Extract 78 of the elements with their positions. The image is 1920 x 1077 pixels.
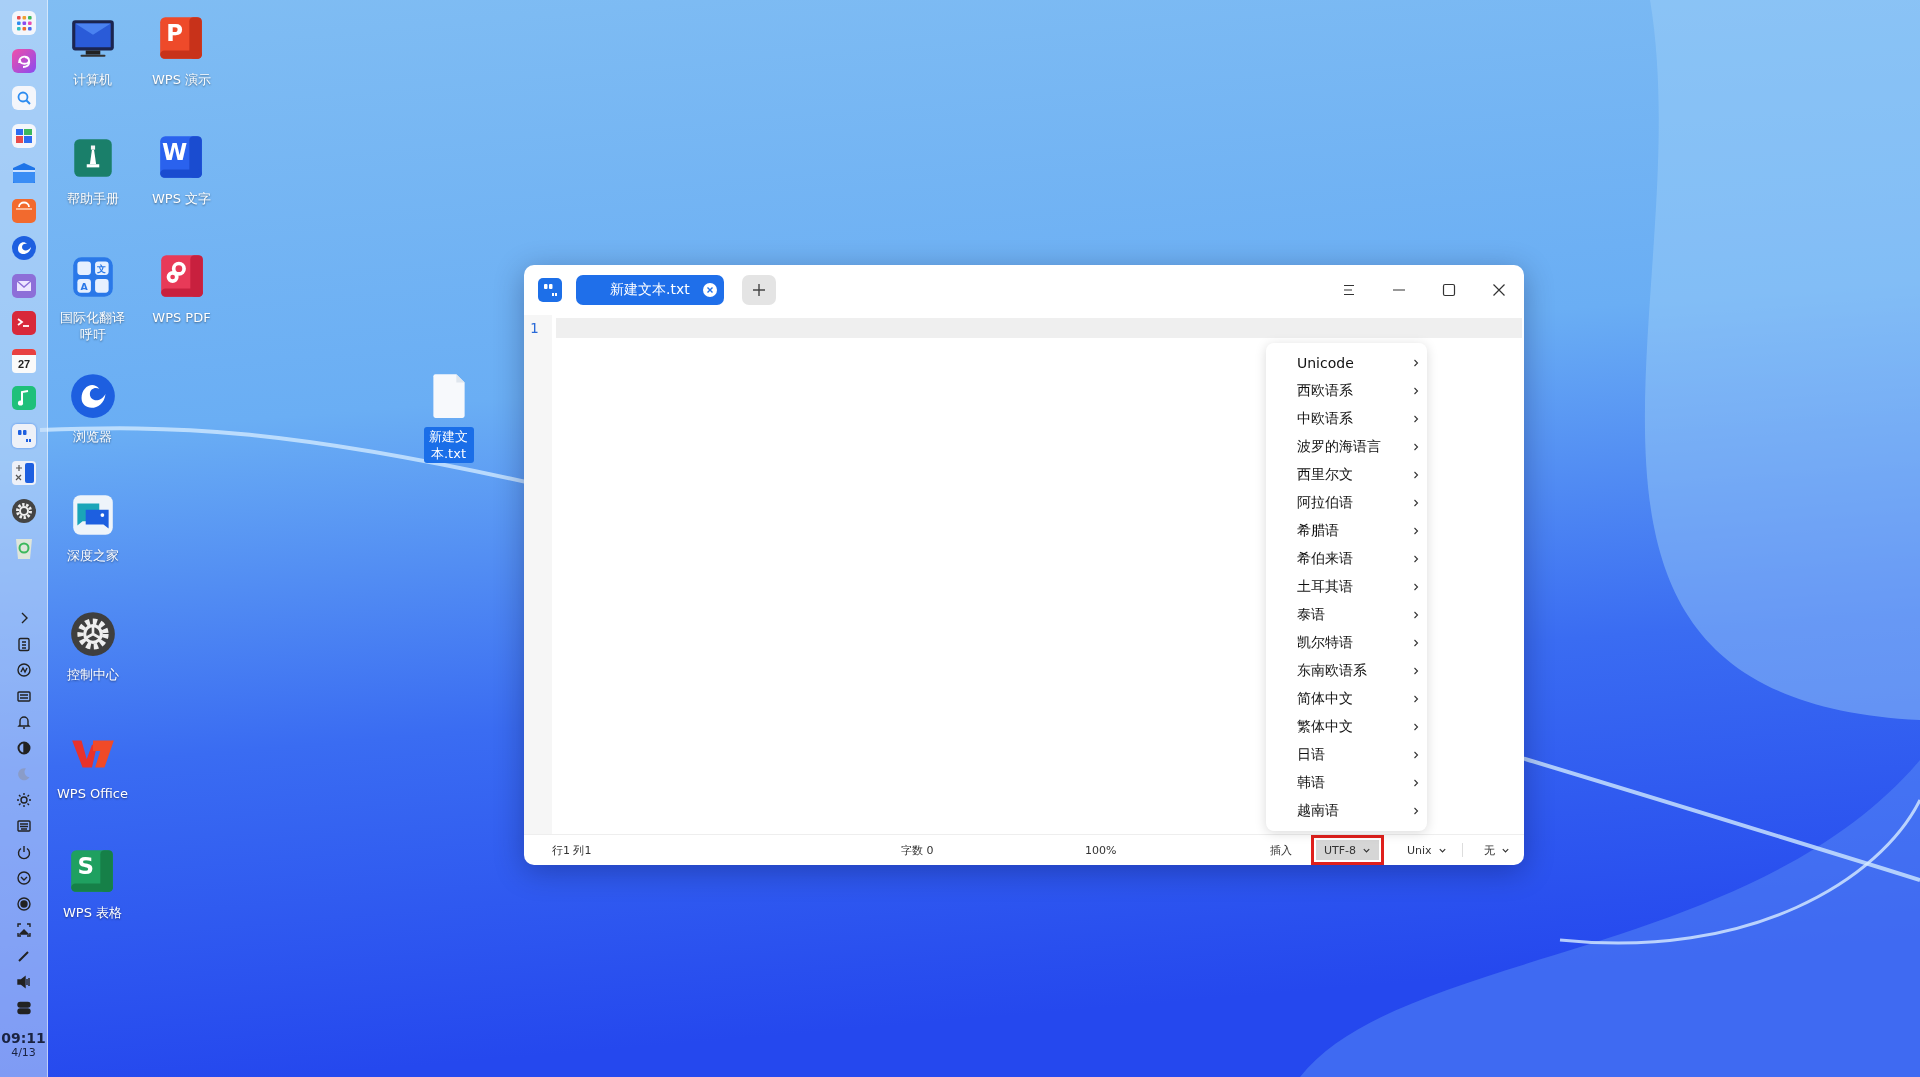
screenshot-icon[interactable] [15, 922, 32, 938]
desktop-shortcut[interactable]: S WPS 表格 [59, 833, 126, 922]
desktop-shortcut[interactable]: WPS Office [54, 714, 131, 803]
chevron-icon [1411, 750, 1421, 760]
close-icon[interactable] [702, 282, 718, 298]
chevron-icon [1411, 666, 1421, 676]
line-number: 1 [529, 319, 540, 338]
power-icon[interactable] [15, 844, 32, 860]
quote-icon [538, 278, 562, 302]
chevron-icon [1411, 470, 1421, 480]
gear-icon[interactable] [10, 497, 37, 524]
chevron-icon [1411, 358, 1421, 368]
chevron-icon [1411, 386, 1421, 396]
menu-item[interactable]: 越南语 [1266, 797, 1427, 825]
gauge-icon[interactable] [15, 662, 32, 678]
chevron-icon [1411, 414, 1421, 424]
menu-item[interactable]: 东南欧语系 [1266, 657, 1427, 685]
chevron-icon [1411, 694, 1421, 704]
menu-item[interactable]: 土耳其语 [1266, 573, 1427, 601]
menu-item[interactable]: 阿拉伯语 [1266, 489, 1427, 517]
clock-date: 4/13 [11, 1046, 36, 1059]
chevron-icon [1411, 554, 1421, 564]
dropdown-button[interactable]: Unix [1399, 838, 1455, 862]
menu-item[interactable]: 凯尔特语 [1266, 629, 1427, 657]
desktop-shortcut[interactable]: P WPS 演示 [148, 0, 215, 89]
chevron-icon [1411, 722, 1421, 732]
speaker-icon[interactable] [15, 974, 32, 990]
insert-mode[interactable]: 插入 [1270, 842, 1292, 858]
menu-item[interactable]: 中欧语系 [1266, 405, 1427, 433]
brightness-icon[interactable] [15, 792, 32, 808]
document-tab[interactable]: 新建文本.txt [576, 275, 724, 305]
plus-icon [751, 282, 767, 298]
word-count: 字数 0 [901, 842, 934, 858]
chevron-icon [1411, 498, 1421, 508]
bell-icon[interactable] [15, 714, 32, 730]
contrast-icon[interactable] [15, 740, 32, 756]
desktop-shortcut[interactable]: W WPS 文字 [148, 119, 215, 208]
menu-icon [1341, 282, 1357, 298]
close-icon [1491, 282, 1507, 298]
chevron-icon [1411, 442, 1421, 452]
chevron-icon [1411, 526, 1421, 536]
menu-item[interactable]: 韩语 [1266, 769, 1427, 797]
menu-item[interactable]: 希腊语 [1266, 517, 1427, 545]
menu-item[interactable]: 西里尔文 [1266, 461, 1427, 489]
swirl-circle-icon[interactable] [10, 235, 37, 261]
chevron-icon [1411, 638, 1421, 648]
keyboard-icon[interactable] [15, 688, 32, 704]
chevron-icon [1411, 582, 1421, 592]
menu-item[interactable]: 希伯来语 [1266, 545, 1427, 573]
new-tab-button[interactable] [742, 275, 776, 305]
chevron-icon [1411, 778, 1421, 788]
record-icon[interactable] [15, 896, 32, 912]
chevron-icon [1411, 806, 1421, 816]
maximize-icon [1441, 282, 1457, 298]
folder-icon[interactable] [10, 160, 37, 186]
chevron-circle-icon[interactable] [15, 870, 32, 886]
menu-item[interactable]: 繁体中文 [1266, 713, 1427, 741]
menu-item[interactable]: 泰语 [1266, 601, 1427, 629]
clock-time: 09:11 [1, 1030, 46, 1046]
dropdown-button[interactable]: 无 [1475, 838, 1518, 862]
keyboard-icon[interactable] [15, 818, 32, 834]
toggle-icon[interactable] [15, 1000, 32, 1016]
minimize-icon [1393, 289, 1405, 291]
cursor-position: 行1 列1 [552, 842, 592, 858]
clipboard-icon[interactable] [15, 636, 32, 652]
menu-item[interactable]: 简体中文 [1266, 685, 1427, 713]
menu-item[interactable]: 日语 [1266, 741, 1427, 769]
chevron-icon [1411, 610, 1421, 620]
dropdown-button[interactable]: UTF-8 [1311, 835, 1385, 865]
desktop-shortcut[interactable]: 控制中心 [63, 595, 122, 684]
zoom-level: 100% [1085, 843, 1117, 857]
menu-item[interactable]: 波罗的海语言 [1266, 433, 1427, 461]
desktop-shortcut[interactable]: 新建文本.txt [423, 357, 474, 463]
calculator-icon[interactable] [10, 460, 37, 486]
menu-item[interactable]: Unicode [1266, 349, 1427, 377]
terminal-icon[interactable] [10, 310, 37, 336]
menu-item[interactable]: 西欧语系 [1266, 377, 1427, 405]
desktop-shortcut[interactable]: 文 A 国际化翻译呼吁 [53, 238, 132, 344]
